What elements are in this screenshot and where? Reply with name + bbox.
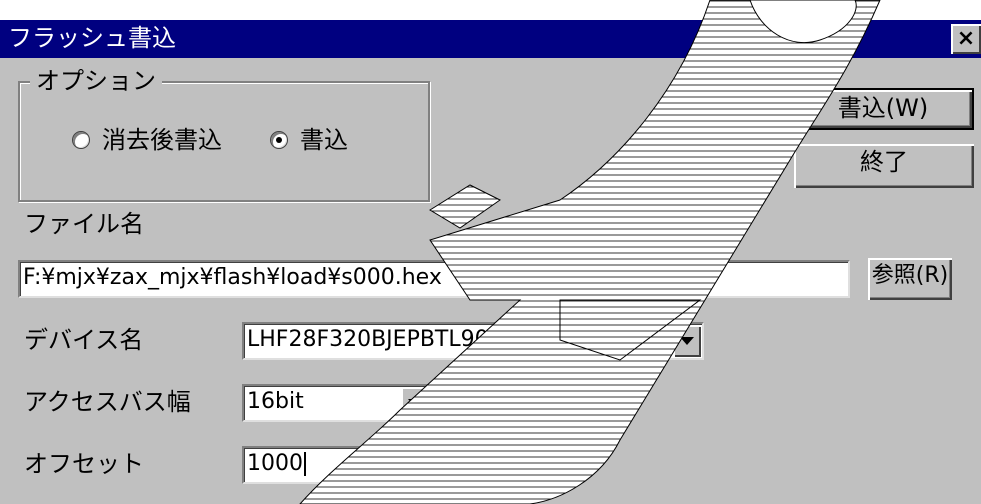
close-button[interactable]: × (951, 24, 981, 54)
device-name-combobox[interactable]: LHF28F320BJEPBTL90 (242, 322, 704, 360)
radio-write-label: 書込 (300, 126, 348, 154)
bus-width-value: 16bit (247, 389, 304, 414)
flash-write-dialog: フラッシュ書込 × オプション 消去後書込 書込 書込(W) 終了 ファイル名 … (0, 0, 981, 504)
offset-input[interactable]: 1000 (242, 446, 386, 484)
browse-button[interactable]: 参照(R) (868, 258, 952, 300)
device-name-value: LHF28F320BJEPBTL90 (247, 327, 489, 352)
radio-erase-then-write-label: 消去後書込 (102, 126, 222, 154)
bus-width-combobox[interactable]: 16bit (242, 384, 432, 422)
offset-label: オフセット (24, 450, 144, 478)
radio-erase-then-write[interactable]: 消去後書込 (72, 125, 222, 155)
radio-write[interactable]: 書込 (270, 125, 348, 155)
file-path-value: F:¥mjx¥zax_mjx¥flash¥load¥s000.hex (23, 265, 442, 290)
triangle-down-icon (408, 399, 422, 407)
bus-width-label: アクセスバス幅 (24, 388, 191, 416)
exit-button[interactable]: 終了 (794, 144, 974, 188)
title-bar[interactable]: フラッシュ書込 × (0, 20, 981, 58)
file-name-label: ファイル名 (24, 210, 144, 238)
radio-checked-icon (270, 131, 288, 149)
device-name-label: デバイス名 (24, 326, 144, 354)
radio-unchecked-icon (72, 131, 90, 149)
write-button[interactable]: 書込(W) (792, 88, 974, 130)
offset-value: 1000 (247, 451, 303, 476)
window-title: フラッシュ書込 (8, 24, 176, 52)
device-dropdown-button[interactable] (673, 325, 701, 357)
text-caret (304, 452, 306, 476)
bus-width-dropdown-button[interactable] (401, 387, 429, 419)
file-path-input[interactable]: F:¥mjx¥zax_mjx¥flash¥load¥s000.hex (18, 260, 850, 298)
options-groupbox: オプション 消去後書込 書込 (18, 67, 430, 202)
options-legend: オプション (30, 67, 162, 95)
close-icon: × (956, 26, 976, 51)
triangle-down-icon (680, 337, 694, 345)
dialog-body: オプション 消去後書込 書込 書込(W) 終了 ファイル名 F:¥mjx¥zax… (0, 58, 981, 504)
top-background (0, 0, 981, 20)
